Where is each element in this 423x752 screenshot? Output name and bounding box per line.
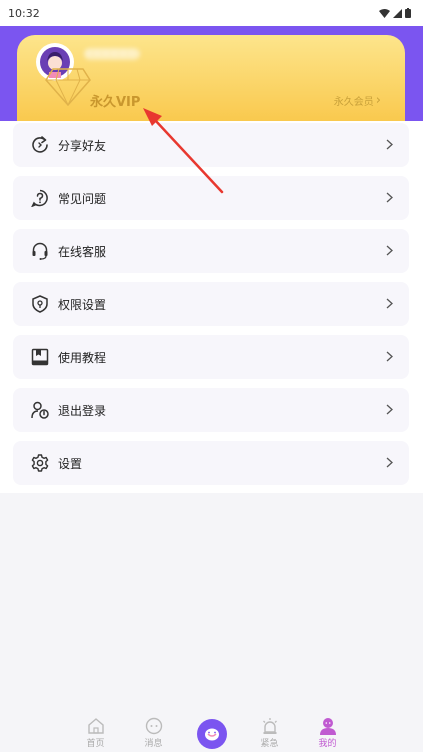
menu-item-label: 常见问题 bbox=[58, 191, 107, 206]
tab-label: 我的 bbox=[318, 739, 337, 749]
home-icon bbox=[86, 716, 106, 736]
wifi-icon bbox=[379, 8, 390, 18]
menu-item-support[interactable]: 在线客服 bbox=[13, 229, 409, 273]
battery-icon bbox=[405, 8, 411, 18]
status-time: 10:32 bbox=[8, 6, 40, 20]
menu-panel: 分享好友 常见问题 在线客服 权限设置 使用教程 退出登录 设置 bbox=[0, 121, 423, 493]
tab-label: 消息 bbox=[144, 739, 163, 749]
chevron-right-icon bbox=[386, 351, 393, 362]
chevron-right-icon bbox=[386, 139, 393, 150]
menu-item-label: 分享好友 bbox=[58, 138, 107, 153]
signal-icon bbox=[393, 8, 402, 18]
bottom-tab-bar: 首页 消息 紧急 我的 bbox=[0, 714, 423, 752]
tab-profile[interactable]: 我的 bbox=[299, 716, 357, 752]
profile-icon bbox=[318, 716, 338, 736]
gear-icon bbox=[31, 454, 49, 472]
menu-item-label: 退出登录 bbox=[58, 403, 107, 418]
shield-icon bbox=[32, 295, 48, 313]
menu-item-permissions[interactable]: 权限设置 bbox=[13, 282, 409, 326]
menu-item-tutorial[interactable]: 使用教程 bbox=[13, 335, 409, 379]
headset-icon bbox=[32, 242, 48, 260]
menu-item-label: 使用教程 bbox=[58, 350, 107, 365]
center-face-icon[interactable] bbox=[196, 719, 227, 749]
tab-label: 首页 bbox=[86, 739, 105, 749]
status-icons bbox=[379, 8, 411, 18]
tab-home[interactable]: 首页 bbox=[67, 716, 125, 752]
tab-label: 紧急 bbox=[260, 739, 279, 749]
vip-link-label: 永久会员 bbox=[333, 97, 374, 108]
book-icon bbox=[31, 348, 49, 366]
chevron-right-icon bbox=[386, 192, 393, 203]
alarm-icon bbox=[260, 716, 280, 736]
username: ●●●●●●●● bbox=[84, 48, 140, 60]
share-refresh-icon bbox=[32, 136, 48, 153]
status-bar: 10:32 bbox=[0, 0, 423, 26]
menu-item-faq[interactable]: 常见问题 bbox=[13, 176, 409, 220]
tab-emergency[interactable]: 紧急 bbox=[241, 716, 299, 752]
tab-messages[interactable]: 消息 bbox=[125, 716, 183, 752]
question-icon bbox=[31, 189, 48, 207]
chevron-right-icon bbox=[386, 298, 393, 309]
menu-item-label: 设置 bbox=[58, 456, 83, 471]
menu-item-logout[interactable]: 退出登录 bbox=[13, 388, 409, 432]
vip-title: 永久VIP bbox=[90, 95, 141, 110]
menu-item-settings[interactable]: 设置 bbox=[13, 441, 409, 485]
chevron-right-icon bbox=[386, 245, 393, 256]
logout-user-icon bbox=[31, 401, 49, 419]
message-icon bbox=[144, 716, 164, 736]
diamond-icon bbox=[45, 68, 91, 107]
chevron-right-icon: › bbox=[375, 93, 381, 108]
tab-center[interactable] bbox=[183, 719, 241, 752]
menu-item-label: 在线客服 bbox=[58, 244, 107, 259]
menu-item-label: 权限设置 bbox=[58, 297, 107, 312]
chevron-right-icon bbox=[386, 457, 393, 468]
vip-membership-link[interactable]: 永久会员 › bbox=[334, 93, 381, 108]
vip-card[interactable]: ●●●●●●●● 永久VIP 永久会员 › bbox=[17, 35, 405, 121]
menu-item-share[interactable]: 分享好友 bbox=[13, 123, 409, 167]
chevron-right-icon bbox=[386, 404, 393, 415]
